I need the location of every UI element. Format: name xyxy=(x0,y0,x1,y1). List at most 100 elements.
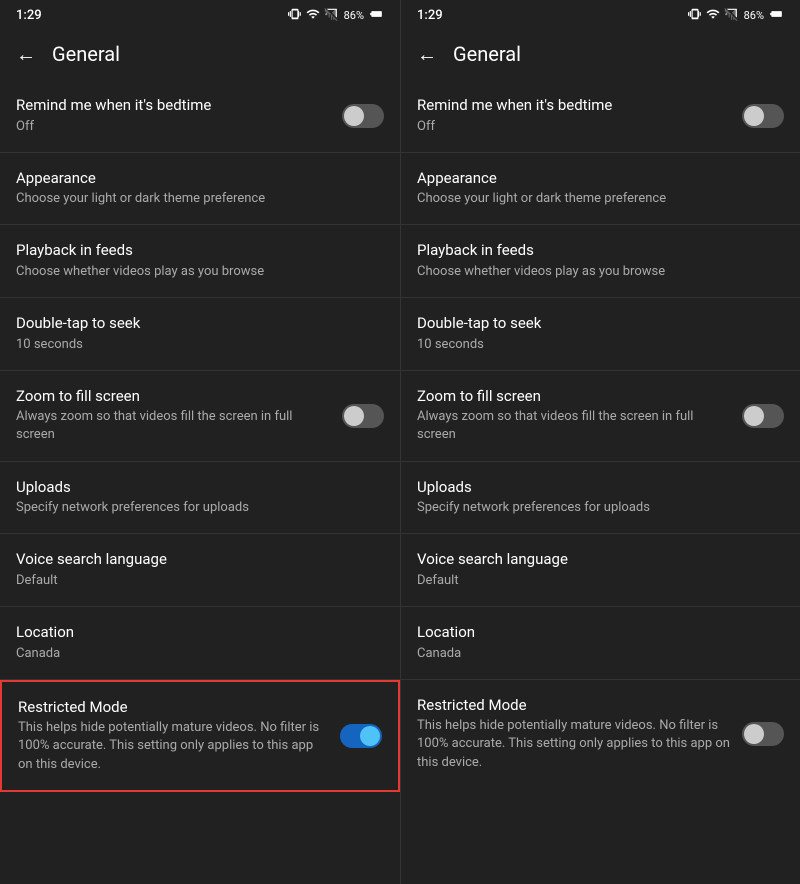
battery-icon xyxy=(768,7,784,24)
setting-text-appearance: AppearanceChoose your light or dark them… xyxy=(417,169,784,209)
setting-title-restricted-mode: Restricted Mode xyxy=(417,696,730,716)
setting-item-location[interactable]: LocationCanada xyxy=(401,607,800,679)
setting-item-voice-search[interactable]: Voice search languageDefault xyxy=(0,534,400,606)
back-button[interactable]: ← xyxy=(417,42,437,67)
screen-right: 1:29 86% ← General Remind me when it's b… xyxy=(400,0,800,884)
setting-item-restricted-mode[interactable]: Restricted ModeThis helps hide potential… xyxy=(0,680,400,792)
setting-title-double-tap: Double-tap to seek xyxy=(16,314,372,334)
setting-title-zoom-fill: Zoom to fill screen xyxy=(16,387,330,407)
setting-item-bedtime[interactable]: Remind me when it's bedtime Off xyxy=(401,80,800,152)
toggle-thumb-restricted-mode xyxy=(744,724,764,744)
setting-subtitle-uploads: Specify network preferences for uploads xyxy=(16,499,372,517)
toggle-zoom-fill[interactable] xyxy=(742,404,784,428)
status-time: 1:29 xyxy=(417,8,443,23)
setting-title-playback-feeds: Playback in feeds xyxy=(417,241,772,261)
setting-title-bedtime: Remind me when it's bedtime xyxy=(417,96,730,116)
setting-item-double-tap[interactable]: Double-tap to seek 10 seconds xyxy=(0,298,400,370)
battery-percent: 86% xyxy=(744,9,764,22)
setting-text-uploads: UploadsSpecify network preferences for u… xyxy=(417,478,784,518)
header: ← General xyxy=(0,28,400,80)
setting-item-uploads[interactable]: UploadsSpecify network preferences for u… xyxy=(401,462,800,534)
back-button[interactable]: ← xyxy=(16,42,36,67)
setting-text-playback-feeds: Playback in feeds Choose whether videos p… xyxy=(417,241,784,281)
setting-text-double-tap: Double-tap to seek 10 seconds xyxy=(16,314,384,354)
toggle-zoom-fill[interactable] xyxy=(342,404,384,428)
setting-item-location[interactable]: LocationCanada xyxy=(0,607,400,679)
setting-subtitle-restricted-mode: This helps hide potentially mature video… xyxy=(417,717,730,772)
signal-icon xyxy=(324,7,338,24)
vibrate-icon xyxy=(688,7,702,24)
setting-item-appearance[interactable]: AppearanceChoose your light or dark them… xyxy=(401,153,800,225)
status-bar: 1:29 86% xyxy=(401,0,800,28)
battery-icon xyxy=(368,7,384,24)
setting-title-voice-search: Voice search language xyxy=(16,550,372,570)
toggle-thumb-bedtime xyxy=(744,106,764,126)
setting-item-zoom-fill[interactable]: Zoom to fill screenAlways zoom so that v… xyxy=(401,371,800,461)
toggle-thumb-zoom-fill xyxy=(344,406,364,426)
status-icons: 86% xyxy=(688,7,784,24)
setting-text-bedtime: Remind me when it's bedtime Off xyxy=(417,96,742,136)
battery-percent: 86% xyxy=(344,9,364,22)
setting-item-appearance[interactable]: AppearanceChoose your light or dark them… xyxy=(0,153,400,225)
screen-left: 1:29 86% ← General Remind me when it's b… xyxy=(0,0,400,884)
toggle-restricted-mode[interactable] xyxy=(340,724,382,748)
signal-icon xyxy=(724,7,738,24)
settings-list: Remind me when it's bedtime Off Appearance… xyxy=(401,80,800,884)
setting-subtitle-location: Canada xyxy=(16,645,372,663)
setting-text-location: LocationCanada xyxy=(417,623,784,663)
setting-text-bedtime: Remind me when it's bedtimeOff xyxy=(16,96,342,136)
setting-item-uploads[interactable]: UploadsSpecify network preferences for u… xyxy=(0,462,400,534)
vibrate-icon xyxy=(288,7,302,24)
setting-subtitle-location: Canada xyxy=(417,645,772,663)
toggle-restricted-mode[interactable] xyxy=(742,722,784,746)
setting-text-appearance: AppearanceChoose your light or dark them… xyxy=(16,169,384,209)
setting-item-restricted-mode[interactable]: Restricted ModeThis helps hide potential… xyxy=(401,680,800,788)
setting-text-location: LocationCanada xyxy=(16,623,384,663)
setting-title-restricted-mode: Restricted Mode xyxy=(18,698,328,718)
setting-subtitle-appearance: Choose your light or dark theme preferen… xyxy=(417,190,772,208)
setting-title-voice-search: Voice search language xyxy=(417,550,772,570)
setting-subtitle-voice-search: Default xyxy=(417,572,772,590)
setting-text-zoom-fill: Zoom to fill screenAlways zoom so that v… xyxy=(16,387,342,445)
setting-subtitle-double-tap: 10 seconds xyxy=(417,336,772,354)
setting-text-restricted-mode: Restricted ModeThis helps hide potential… xyxy=(417,696,742,772)
page-title: General xyxy=(52,42,120,66)
setting-item-voice-search[interactable]: Voice search language Default xyxy=(401,534,800,606)
setting-title-bedtime: Remind me when it's bedtime xyxy=(16,96,330,116)
status-time: 1:29 xyxy=(16,8,42,23)
setting-subtitle-bedtime: Off xyxy=(417,118,730,136)
setting-title-uploads: Uploads xyxy=(16,478,372,498)
toggle-bedtime[interactable] xyxy=(342,104,384,128)
setting-text-playback-feeds: Playback in feedsChoose whether videos p… xyxy=(16,241,384,281)
setting-title-playback-feeds: Playback in feeds xyxy=(16,241,372,261)
page-title: General xyxy=(453,42,521,66)
setting-title-zoom-fill: Zoom to fill screen xyxy=(417,387,730,407)
settings-list: Remind me when it's bedtimeOff Appearance… xyxy=(0,80,400,884)
setting-text-double-tap: Double-tap to seek 10 seconds xyxy=(417,314,784,354)
wifi-icon xyxy=(706,7,720,24)
setting-subtitle-double-tap: 10 seconds xyxy=(16,336,372,354)
status-bar: 1:29 86% xyxy=(0,0,400,28)
setting-item-double-tap[interactable]: Double-tap to seek 10 seconds xyxy=(401,298,800,370)
setting-item-playback-feeds[interactable]: Playback in feedsChoose whether videos p… xyxy=(0,225,400,297)
setting-item-bedtime[interactable]: Remind me when it's bedtimeOff xyxy=(0,80,400,152)
setting-item-playback-feeds[interactable]: Playback in feeds Choose whether videos p… xyxy=(401,225,800,297)
toggle-thumb-bedtime xyxy=(344,106,364,126)
screens-container: 1:29 86% ← General Remind me when it's b… xyxy=(0,0,800,884)
setting-subtitle-restricted-mode: This helps hide potentially mature video… xyxy=(18,719,328,774)
toggle-thumb-restricted-mode xyxy=(360,726,380,746)
setting-item-zoom-fill[interactable]: Zoom to fill screenAlways zoom so that v… xyxy=(0,371,400,461)
setting-text-uploads: UploadsSpecify network preferences for u… xyxy=(16,478,384,518)
setting-subtitle-zoom-fill: Always zoom so that videos fill the scre… xyxy=(16,408,330,444)
setting-text-restricted-mode: Restricted ModeThis helps hide potential… xyxy=(18,698,340,774)
wifi-icon xyxy=(306,7,320,24)
setting-title-appearance: Appearance xyxy=(417,169,772,189)
setting-subtitle-zoom-fill: Always zoom so that videos fill the scre… xyxy=(417,408,730,444)
setting-text-zoom-fill: Zoom to fill screenAlways zoom so that v… xyxy=(417,387,742,445)
setting-title-uploads: Uploads xyxy=(417,478,772,498)
setting-text-voice-search: Voice search languageDefault xyxy=(16,550,384,590)
toggle-bedtime[interactable] xyxy=(742,104,784,128)
setting-subtitle-appearance: Choose your light or dark theme preferen… xyxy=(16,190,372,208)
setting-title-double-tap: Double-tap to seek xyxy=(417,314,772,334)
setting-subtitle-playback-feeds: Choose whether videos play as you browse xyxy=(417,263,772,281)
